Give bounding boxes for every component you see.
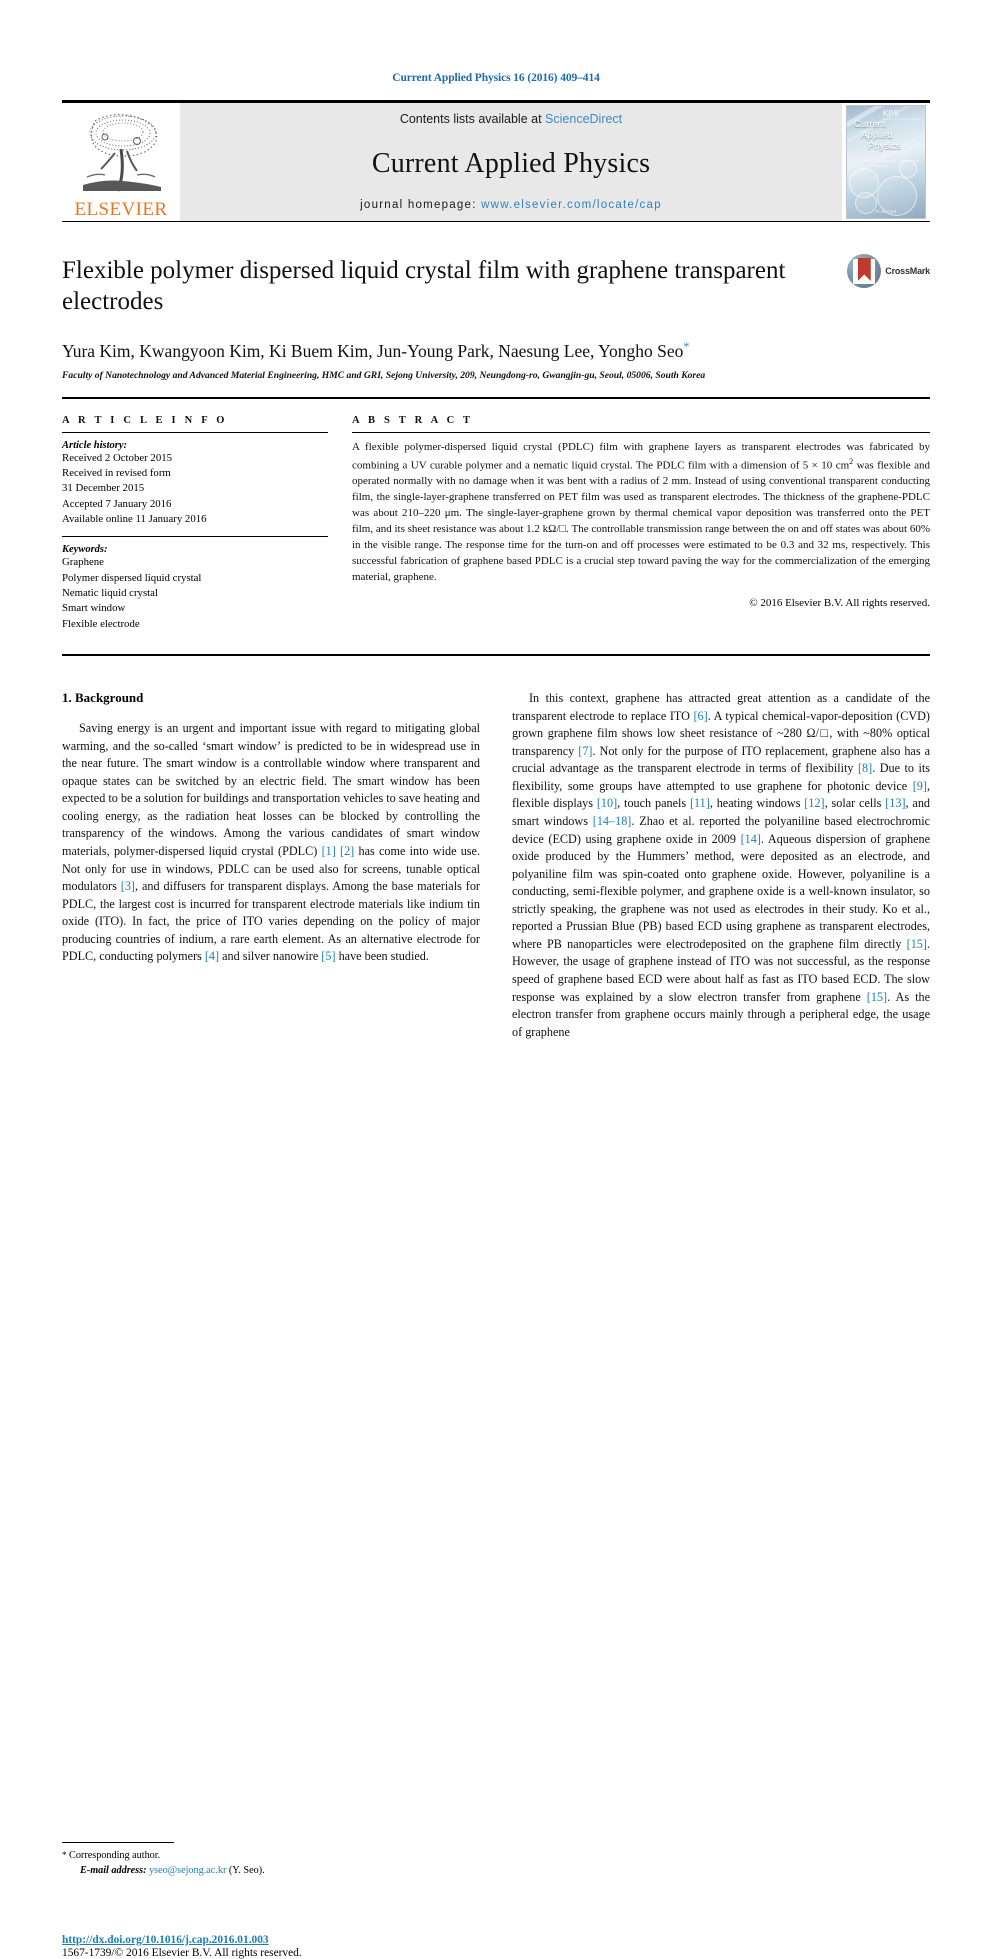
page-title: Flexible polymer dispersed liquid crysta…	[62, 257, 786, 315]
crossmark-badge[interactable]: CrossMark	[847, 254, 930, 288]
para-text: and silver nanowire	[219, 949, 322, 964]
history-item: 31 December 2015	[62, 482, 145, 495]
citation-ref[interactable]: [3]	[121, 879, 135, 893]
abstract-bottom-rule	[62, 654, 930, 657]
journal-cover-image: KPS The Korean Physical Society Current …	[846, 105, 926, 219]
abstract-column: A B S T R A C T A flexible polymer-dispe…	[352, 415, 930, 632]
citation-ref[interactable]: [14]	[741, 832, 761, 846]
elsevier-tree-icon	[75, 111, 167, 199]
email-label: E-mail address:	[80, 1865, 147, 1877]
citation-ref[interactable]: [15]	[907, 937, 927, 951]
article-info-column: A R T I C L E I N F O Article history: R…	[62, 415, 328, 632]
paragraph-graphene-context: In this context, graphene has attracted …	[512, 690, 930, 1041]
email-note: E-mail address: yseo@sejong.ac.kr (Y. Se…	[62, 1863, 480, 1878]
article-info-rule	[62, 431, 328, 433]
citation-ref[interactable]: [10]	[597, 796, 617, 810]
para-text: , heating windows	[709, 796, 805, 811]
history-item: Received in revised form	[62, 467, 171, 480]
citation-ref[interactable]: [4]	[205, 949, 219, 963]
contents-available-line: Contents lists available at ScienceDirec…	[400, 112, 622, 126]
journal-title: Current Applied Physics	[371, 147, 651, 179]
abstract-part-1: A flexible polymer-dispersed liquid crys…	[352, 440, 930, 472]
journal-homepage-line: journal homepage: www.elsevier.com/locat…	[360, 199, 662, 211]
info-abstract-section: A R T I C L E I N F O Article history: R…	[62, 415, 930, 632]
copyright-line: © 2016 Elsevier B.V. All rights reserved…	[749, 596, 930, 609]
body-column-left: 1. Background Saving energy is an urgent…	[62, 690, 480, 1959]
citation-ref[interactable]: [5]	[321, 949, 335, 963]
abstract-text: A flexible polymer-dispersed liquid crys…	[352, 440, 930, 586]
journal-homepage-link[interactable]: www.elsevier.com/locate/cap	[481, 199, 662, 211]
para-text: , solar cells	[824, 796, 886, 811]
body-column-right: In this context, graphene has attracted …	[512, 690, 930, 1041]
article-info-heading: A R T I C L E I N F O	[62, 414, 228, 426]
citation-ref[interactable]: [1]	[322, 844, 336, 858]
sciencedirect-link[interactable]: ScienceDirect	[545, 112, 622, 126]
citation-ref[interactable]: [2]	[340, 844, 354, 858]
article-history-label: Article history:	[62, 439, 128, 451]
cover-title: Current Applied Physics	[854, 119, 901, 153]
crossmark-label: CrossMark	[885, 266, 930, 276]
issn-copyright-line: 1567-1739/© 2016 Elsevier B.V. All right…	[62, 1947, 302, 1959]
history-item: Received 2 October 2015	[62, 451, 173, 464]
keywords-label: Keywords:	[62, 544, 108, 556]
title-bottom-rule	[62, 396, 930, 399]
author-list: Yura Kim, Kwangyoon Kim, Ki Buem Kim, Ju…	[62, 339, 930, 362]
cover-publisher: ELSEVIER	[875, 209, 897, 214]
running-head: Current Applied Physics 16 (2016) 409–41…	[392, 72, 600, 84]
footnote-text: Corresponding author.	[69, 1850, 161, 1862]
keyword-item: Graphene	[62, 556, 104, 569]
abstract-part-2: was flexible and operated normally with …	[352, 459, 930, 583]
body-columns: 1. Background Saving energy is an urgent…	[62, 690, 930, 1959]
email-suffix: (Y. Seo).	[228, 1865, 265, 1877]
citation-ref[interactable]: [8]	[858, 761, 872, 775]
doi-link[interactable]: http://dx.doi.org/10.1016/j.cap.2016.01.…	[62, 1934, 522, 1946]
para-text: , touch panels	[617, 796, 690, 811]
article-page: Current Applied Physics 16 (2016) 409–41…	[62, 0, 930, 1959]
citation-ref[interactable]: [14–18]	[593, 814, 632, 828]
cover-subtitle: Physics of Condensed Matter and Material…	[853, 158, 920, 168]
citation-ref[interactable]: [9]	[913, 779, 927, 793]
journal-cover-block: KPS The Korean Physical Society Current …	[842, 103, 930, 221]
citation-ref[interactable]: [13]	[885, 796, 905, 810]
affiliation: Faculty of Nanotechnology and Advanced M…	[62, 369, 706, 381]
keywords-divider	[62, 536, 328, 538]
elsevier-wordmark: ELSEVIER	[74, 199, 168, 220]
contents-prefix: Contents lists available at	[399, 112, 542, 126]
para-text: . Aqueous dispersion of graphene oxide p…	[512, 831, 930, 951]
citation-ref[interactable]: [6]	[694, 709, 708, 723]
title-area: Flexible polymer dispersed liquid crysta…	[62, 222, 930, 383]
para-text: have been studied.	[335, 949, 429, 964]
paragraph-background: Saving energy is an urgent and important…	[62, 720, 480, 966]
homepage-prefix: journal homepage:	[360, 199, 477, 211]
keyword-item: Nematic liquid crystal	[62, 587, 158, 600]
email-link[interactable]: yseo@sejong.ac.kr	[149, 1865, 226, 1876]
author-names: Yura Kim, Kwangyoon Kim, Ki Buem Kim, Ju…	[62, 340, 684, 361]
journal-masthead: ELSEVIER Contents lists available at Sci…	[62, 103, 930, 221]
keyword-item: Flexible electrode	[62, 617, 140, 630]
history-item: Available online 11 January 2016	[62, 513, 207, 526]
elsevier-logo-block: ELSEVIER	[62, 103, 180, 221]
section-heading-background: 1. Background	[62, 690, 144, 706]
corresponding-author-marker[interactable]: *	[683, 339, 689, 353]
citation-ref[interactable]: [12]	[804, 796, 824, 810]
para-text: Saving energy is an urgent and important…	[62, 721, 480, 858]
keyword-item: Smart window	[62, 602, 126, 615]
corresponding-author-note: * Corresponding author.	[62, 1848, 480, 1863]
footnote-rule	[62, 1842, 174, 1844]
footnote-star: *	[62, 1850, 67, 1861]
crossmark-icon	[847, 254, 882, 288]
citation-ref[interactable]: [7]	[578, 744, 592, 758]
citation-ref[interactable]: [11]	[690, 796, 710, 810]
doi-zone: http://dx.doi.org/10.1016/j.cap.2016.01.…	[62, 1934, 522, 1959]
abstract-rule	[352, 431, 930, 433]
abstract-heading: A B S T R A C T	[352, 414, 474, 426]
footnote-zone: * Corresponding author. E-mail address: …	[62, 1842, 480, 1879]
keyword-item: Polymer dispersed liquid crystal	[62, 571, 202, 584]
journal-banner: Contents lists available at ScienceDirec…	[180, 103, 842, 221]
citation-ref[interactable]: [15]	[867, 990, 887, 1004]
history-item: Accepted 7 January 2016	[62, 497, 172, 510]
